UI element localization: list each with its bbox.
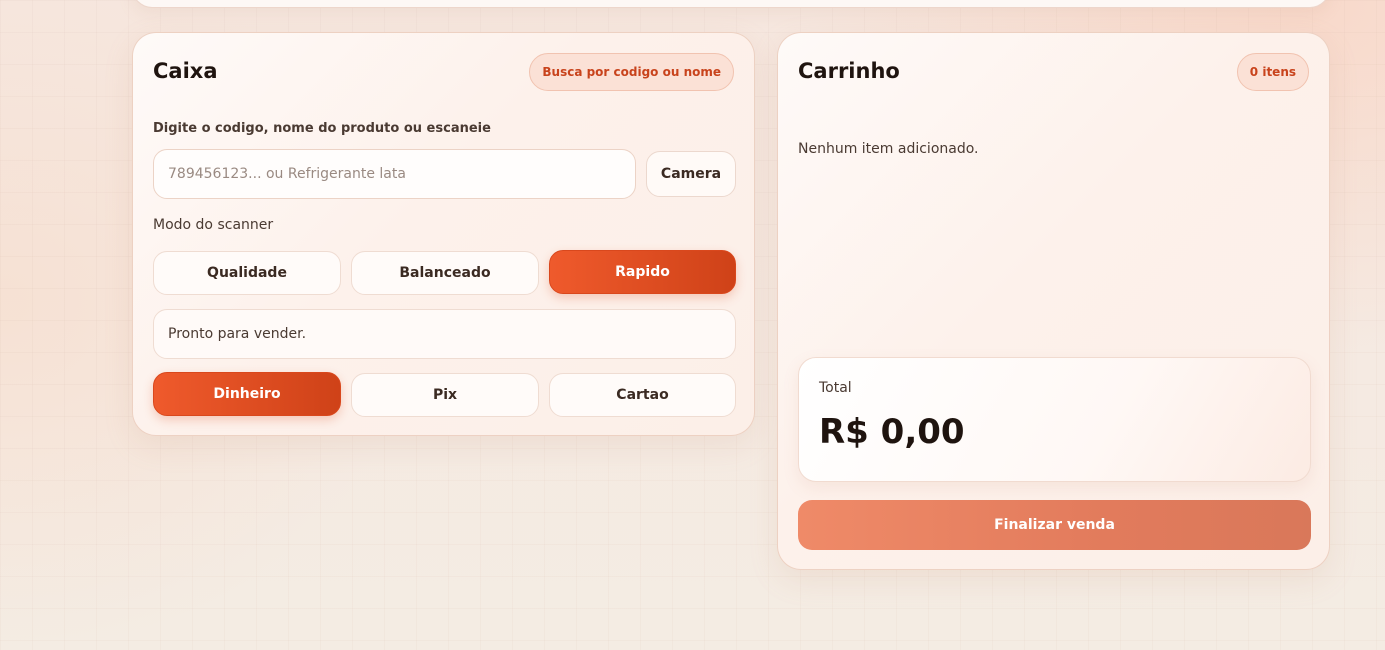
payment-dinheiro-button[interactable]: Dinheiro: [153, 372, 341, 416]
carrinho-panel: Carrinho 0 itens Nenhum item adicionado.…: [777, 32, 1330, 570]
total-value: R$ 0,00: [819, 412, 965, 452]
total-box: Total R$ 0,00: [798, 357, 1311, 482]
payment-cartao-button[interactable]: Cartao: [549, 373, 736, 417]
scanner-mode-rapido-button[interactable]: Rapido: [549, 250, 736, 294]
cart-item-count-badge: 0 itens: [1236, 53, 1309, 91]
top-panel-edge: [132, 0, 1330, 8]
scanner-mode-label: Modo do scanner: [153, 217, 274, 233]
finalize-sale-button[interactable]: Finalizar venda: [798, 500, 1311, 550]
cart-empty-message: Nenhum item adicionado.: [798, 141, 979, 157]
carrinho-title: Carrinho: [798, 59, 900, 83]
search-input-label: Digite o codigo, nome do produto ou esca…: [153, 121, 491, 136]
status-message: Pronto para vender.: [153, 309, 736, 359]
camera-button[interactable]: Camera: [646, 151, 736, 197]
caixa-search-badge: Busca por codigo ou nome: [529, 53, 734, 91]
payment-pix-button[interactable]: Pix: [351, 373, 539, 417]
product-search-input[interactable]: [153, 149, 636, 199]
caixa-panel: Caixa Busca por codigo ou nome Digite o …: [132, 32, 755, 436]
caixa-title: Caixa: [153, 59, 218, 83]
total-label: Total: [819, 380, 852, 396]
scanner-mode-balanceado-button[interactable]: Balanceado: [351, 251, 539, 295]
scanner-mode-qualidade-button[interactable]: Qualidade: [153, 251, 341, 295]
